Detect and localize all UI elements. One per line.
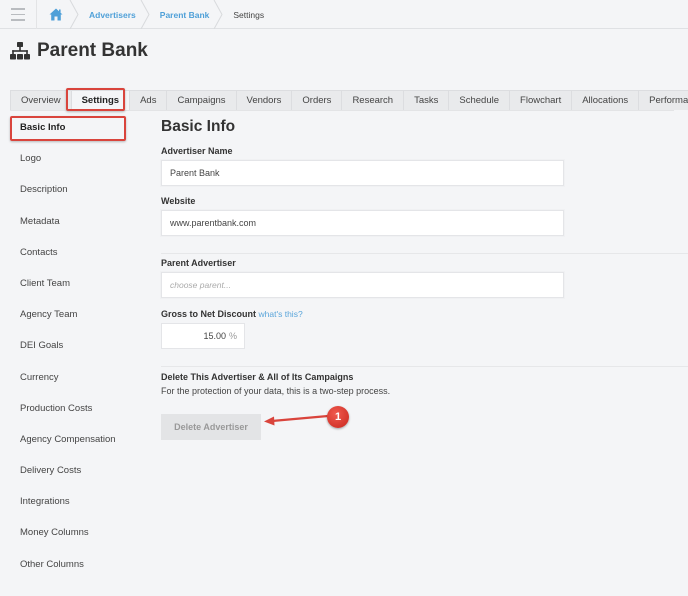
website-label: Website [161, 196, 196, 206]
delete-section-title: Delete This Advertiser & All of Its Camp… [161, 372, 354, 382]
gross-to-net-value: 15.00 [203, 331, 226, 341]
percent-unit: % [228, 331, 237, 341]
sidebar-item-production-costs[interactable]: Production Costs [20, 403, 140, 434]
divider [161, 253, 688, 254]
home-icon [49, 8, 63, 21]
hamburger-icon[interactable] [0, 0, 37, 29]
top-bar: Advertisers Parent Bank Settings [0, 0, 688, 29]
whats-this-link[interactable]: what's this? [259, 309, 303, 319]
tab-research[interactable]: Research [341, 90, 405, 110]
annotation-badge: 1 [327, 406, 349, 428]
breadcrumb: Advertisers Parent Bank Settings [37, 0, 278, 29]
parent-advertiser-select[interactable]: choose parent... [161, 272, 564, 298]
sidebar-item-money-columns[interactable]: Money Columns [20, 527, 140, 558]
advertiser-name-input[interactable]: Parent Bank [161, 160, 564, 186]
sidebar-item-agency-team[interactable]: Agency Team [20, 309, 140, 340]
tab-schedule[interactable]: Schedule [448, 90, 511, 110]
tab-ads[interactable]: Ads [129, 90, 168, 110]
tab-settings[interactable]: Settings [70, 90, 131, 110]
page-title: Parent Bank [37, 40, 148, 61]
tab-vendors[interactable]: Vendors [235, 90, 293, 110]
advertiser-name-label: Advertiser Name [161, 146, 233, 156]
tab-campaigns[interactable]: Campaigns [166, 90, 237, 110]
breadcrumb-separator [213, 0, 223, 29]
tab-overview[interactable]: Overview [10, 90, 72, 110]
annotation-arrow [264, 414, 329, 426]
sitemap-icon [10, 42, 30, 60]
breadcrumb-advertisers[interactable]: Advertisers [79, 0, 150, 29]
gross-to-net-input[interactable]: 15.00 % [161, 323, 245, 349]
sidebar-item-client-team[interactable]: Client Team [20, 278, 140, 309]
sidebar-item-dei-goals[interactable]: DEI Goals [20, 340, 140, 371]
divider [161, 366, 688, 367]
settings-sidebar: Basic Info Logo Description Metadata Con… [20, 122, 140, 590]
sidebar-item-agency-compensation[interactable]: Agency Compensation [20, 434, 140, 465]
tab-performance[interactable]: Performance [638, 90, 688, 110]
page-header: Parent Bank [10, 40, 148, 62]
tab-tasks[interactable]: Tasks [403, 90, 450, 110]
breadcrumb-home[interactable] [37, 0, 79, 29]
sidebar-item-basic-info[interactable]: Basic Info [20, 122, 140, 153]
delete-section-description: For the protection of your data, this is… [161, 386, 391, 396]
tab-allocations[interactable]: Allocations [571, 90, 640, 110]
basic-info-panel: Basic Info Advertiser Name Parent Bank W… [161, 118, 688, 440]
tab-flowchart[interactable]: Flowchart [509, 90, 573, 110]
breadcrumb-current: Settings [233, 9, 265, 20]
sidebar-item-metadata[interactable]: Metadata [20, 216, 140, 247]
section-title: Basic Info [161, 118, 236, 135]
tab-bar-divider [10, 110, 674, 111]
sidebar-item-delivery-costs[interactable]: Delivery Costs [20, 465, 140, 496]
sidebar-item-logo[interactable]: Logo [20, 153, 140, 184]
tab-bar: Overview Settings Ads Campaigns Vendors … [10, 90, 688, 110]
sidebar-item-description[interactable]: Description [20, 184, 140, 215]
parent-advertiser-label: Parent Advertiser [161, 258, 236, 268]
sidebar-item-currency[interactable]: Currency [20, 372, 140, 403]
breadcrumb-parent-bank[interactable]: Parent Bank [150, 0, 224, 29]
breadcrumb-separator [69, 0, 79, 29]
gross-to-net-label: Gross to Net Discount what's this? [161, 309, 303, 319]
sidebar-item-contacts[interactable]: Contacts [20, 247, 140, 278]
tab-orders[interactable]: Orders [291, 90, 343, 110]
website-input[interactable]: www.parentbank.com [161, 210, 564, 236]
breadcrumb-separator [140, 0, 150, 29]
breadcrumb-link[interactable]: Parent Bank [160, 10, 210, 20]
sidebar-item-other-columns[interactable]: Other Columns [20, 559, 140, 590]
sidebar-item-integrations[interactable]: Integrations [20, 496, 140, 527]
delete-advertiser-button[interactable]: Delete Advertiser [161, 414, 261, 440]
gross-to-net-label-text: Gross to Net Discount [161, 309, 257, 319]
breadcrumb-link[interactable]: Advertisers [89, 10, 136, 20]
breadcrumb-settings: Settings [223, 0, 278, 29]
